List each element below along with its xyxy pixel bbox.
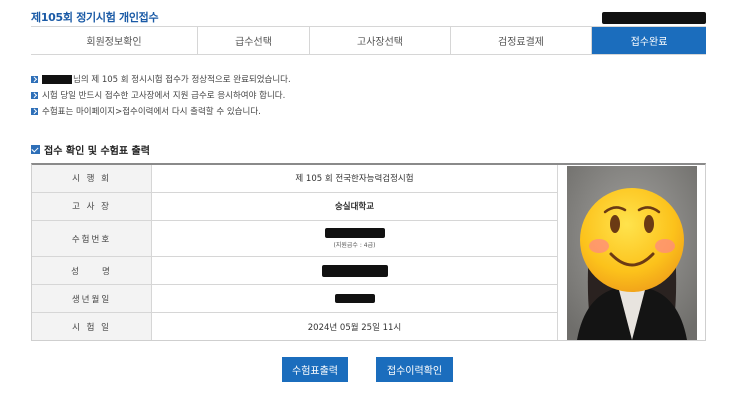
exam-date-value: 2024년 05월 25일 11시 — [307, 322, 402, 333]
step-navigation: 회원정보확인 급수선택 고사장선택 검정료결제 접수완료 — [31, 26, 706, 55]
step-payment[interactable]: 검정료결제 — [451, 27, 592, 54]
registration-info-table: 시 행 회 제 105 회 전국한자능력검정시험 고 사 장 숭실대학교 수험번… — [31, 163, 706, 341]
notice-text: 시험 당일 반드시 접수한 고사장에서 지원 급수로 응시하여야 합니다. — [42, 91, 286, 101]
checkbox-icon — [31, 145, 40, 154]
notice-item: 님의 제 105 회 정시시험 접수가 정상적으로 완료되었습니다. — [31, 71, 291, 87]
check-history-button[interactable]: 접수이력확인 — [376, 357, 453, 382]
birth-label: 생년월일 — [32, 285, 152, 313]
step-grade-select[interactable]: 급수선택 — [198, 27, 310, 54]
print-ticket-button[interactable]: 수험표출력 — [282, 357, 348, 382]
name-label: 성 명 — [32, 257, 152, 285]
name-value — [152, 257, 557, 284]
step-member-info[interactable]: 회원정보확인 — [31, 27, 198, 54]
notice-item: 수험표는 마이페이지>접수이력에서 다시 출력할 수 있습니다. — [31, 103, 291, 119]
table-row: 시 험 일 2024년 05월 25일 11시 — [32, 313, 557, 340]
exam-date-label: 시 험 일 — [32, 313, 152, 340]
redacted-birthdate — [334, 294, 375, 304]
notice-list: 님의 제 105 회 정시시험 접수가 정상적으로 완료되었습니다. 시험 당일… — [31, 71, 291, 119]
venue-value: 숭실대학교 — [334, 202, 375, 213]
section-heading: 접수 확인 및 수험표 출력 — [31, 142, 150, 157]
table-row: 시 행 회 제 105 회 전국한자능력검정시험 — [32, 165, 557, 193]
table-row: 수험번호 (지원급수 : 4급) — [32, 220, 557, 258]
photo-cell — [557, 165, 705, 340]
notice-item: 시험 당일 반드시 접수한 고사장에서 지원 급수로 응시하여야 합니다. — [31, 87, 291, 103]
redacted-exam-number — [324, 228, 385, 238]
check-icon — [31, 107, 38, 115]
page-title: 제105회 정기시험 개인접수 — [31, 11, 159, 24]
birth-value — [152, 285, 557, 312]
venue-label: 고 사 장 — [32, 192, 152, 220]
redacted-name — [321, 264, 388, 277]
grade-note: (지원급수 : 4급) — [333, 242, 376, 249]
step-complete[interactable]: 접수완료 — [592, 27, 706, 54]
check-icon — [31, 91, 38, 99]
section-title-text: 접수 확인 및 수험표 출력 — [44, 146, 150, 157]
redacted-name — [42, 74, 72, 84]
exam-round-label: 시 행 회 — [32, 165, 152, 192]
check-icon — [31, 75, 38, 83]
exam-number-label: 수험번호 — [32, 220, 152, 257]
exam-round-value: 제 105 회 전국한자능력검정시험 — [295, 174, 414, 185]
table-row: 생년월일 — [32, 285, 557, 314]
step-venue-select[interactable]: 고사장선택 — [310, 27, 451, 54]
notice-text: 수험표는 마이페이지>접수이력에서 다시 출력할 수 있습니다. — [42, 107, 261, 117]
notice-text: 님의 제 105 회 정시시험 접수가 정상적으로 완료되었습니다. — [73, 75, 291, 85]
table-row: 성 명 — [32, 257, 557, 286]
exam-number-value: (지원급수 : 4급) — [152, 221, 557, 256]
redacted-user-info — [602, 12, 706, 24]
photo-image — [566, 165, 697, 340]
table-row: 고 사 장 숭실대학교 — [32, 192, 557, 221]
applicant-photo — [566, 165, 697, 340]
